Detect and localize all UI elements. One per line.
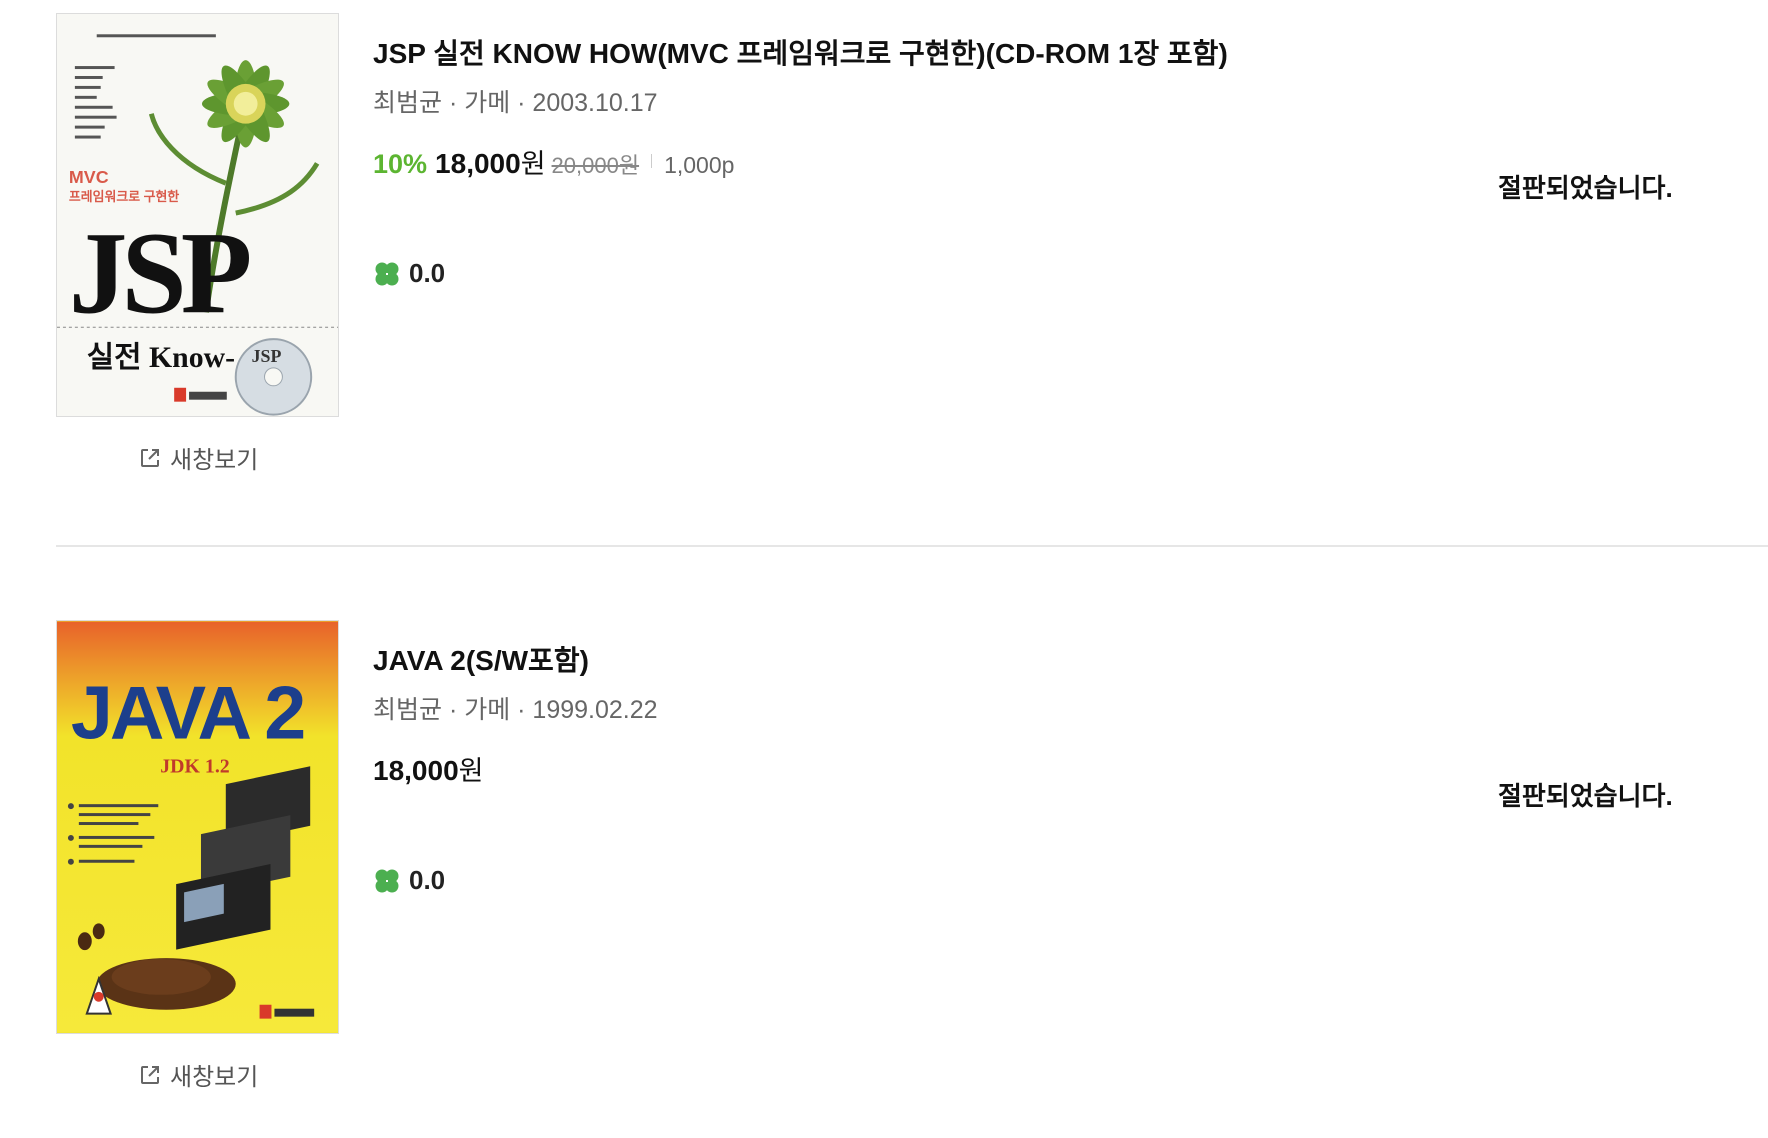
clover-icon (373, 867, 401, 895)
jsp-cover-art: MVC 프레임워크로 구현한 JSP 실전 Know- JSP (57, 14, 338, 416)
sale-price: 18,000원 (373, 749, 483, 788)
svg-text:JAVA 2: JAVA 2 (71, 671, 303, 755)
sale-price: 18,000원 (435, 142, 545, 181)
new-window-label: 새창보기 (170, 1064, 259, 1091)
sale-price-value: 18,000 (373, 755, 459, 786)
new-window-link[interactable]: 새창보기 (138, 1057, 258, 1092)
svg-text:JSP: JSP (69, 209, 250, 338)
book-item: JAVA 2 JDK 1.2 새창보기 JAVA 2(S/W포함) 최범균 · … (56, 545, 1768, 1138)
external-link-icon (138, 446, 162, 470)
rating: 0.0 (373, 258, 1228, 289)
book-meta: 최범균 · 가메 · 2003.10.17 (373, 89, 658, 117)
discount-rate: 10% (373, 149, 428, 179)
book-list: MVC 프레임워크로 구현한 JSP 실전 Know- JSP 새창보기 JSP… (0, 0, 1768, 1138)
svg-text:실전 Know-: 실전 Know- (87, 341, 235, 374)
book-info: JSP 실전 KNOW HOW(MVC 프레임워크로 구현한)(CD-ROM 1… (373, 34, 1228, 289)
book-cover-image[interactable]: MVC 프레임워크로 구현한 JSP 실전 Know- JSP (56, 13, 339, 417)
svg-text:JSP: JSP (252, 346, 282, 366)
status-out-of-print: 절판되었습니다. (1498, 173, 1673, 203)
currency-unit: 원 (458, 756, 484, 786)
book-title[interactable]: JSP 실전 KNOW HOW(MVC 프레임워크로 구현한)(CD-ROM 1… (373, 34, 1228, 74)
book-meta: 최범균 · 가메 · 1999.02.22 (373, 696, 658, 724)
divider (651, 154, 653, 168)
original-price: 20,000원 (551, 153, 640, 178)
currency-unit: 원 (520, 149, 546, 179)
book-cover-image[interactable]: JAVA 2 JDK 1.2 (56, 620, 339, 1034)
new-window-label: 새창보기 (170, 447, 259, 474)
reward-points: 1,000p (664, 152, 735, 178)
svg-text:MVC: MVC (69, 167, 109, 187)
book-title[interactable]: JAVA 2(S/W포함) (373, 641, 658, 681)
sale-price-value: 18,000 (435, 148, 521, 179)
rating-score: 0.0 (409, 258, 446, 288)
rating-score: 0.0 (409, 865, 446, 895)
book-info: JAVA 2(S/W포함) 최범균 · 가메 · 1999.02.22 18,0… (373, 641, 658, 896)
java2-cover-art: JAVA 2 JDK 1.2 (57, 621, 338, 1033)
external-link-icon (138, 1063, 162, 1087)
price-row: 18,000원 (373, 749, 658, 787)
status-out-of-print: 절판되었습니다. (1498, 781, 1673, 811)
rating: 0.0 (373, 865, 658, 896)
svg-text:프레임워크로 구현한: 프레임워크로 구현한 (69, 189, 179, 204)
clover-icon (373, 260, 401, 288)
book-item: MVC 프레임워크로 구현한 JSP 실전 Know- JSP 새창보기 JSP… (56, 0, 1768, 545)
svg-text:JDK 1.2: JDK 1.2 (160, 755, 230, 777)
price-row: 10% 18,000원 20,000원 1,000p (373, 142, 1228, 180)
new-window-link[interactable]: 새창보기 (138, 440, 258, 475)
